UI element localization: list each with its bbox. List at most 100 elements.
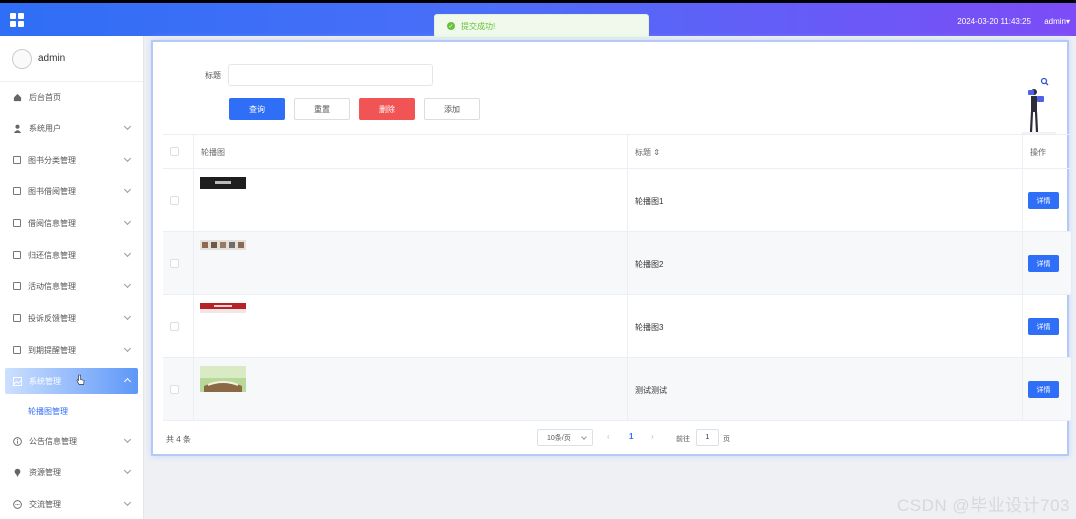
delete-button[interactable]: 删除: [359, 98, 415, 120]
sidebar-item-system[interactable]: 系统管理: [5, 368, 138, 394]
table-header: 轮播图 标题 ⇕ 操作: [163, 135, 1071, 169]
info-icon: [13, 436, 22, 446]
row-checkbox[interactable]: [170, 385, 179, 394]
carousel-table: 轮播图 标题 ⇕ 操作 轮播图1 详情 轮播图2 详情 轮播图3 详情 测试测试…: [163, 134, 1071, 421]
sidebar-item-feedback[interactable]: 投诉反馈管理: [5, 305, 138, 331]
chevron-down-icon: [123, 217, 132, 226]
query-button[interactable]: 查询: [229, 98, 285, 120]
goto-label: 前往: [676, 436, 690, 443]
table-row: 轮播图3 详情: [163, 295, 1071, 358]
table-row: 轮播图1 详情: [163, 169, 1071, 232]
column-header-image: 轮播图: [201, 148, 225, 157]
sidebar-subitem-carousel[interactable]: 轮播图管理: [28, 406, 68, 417]
sidebar-item-activity[interactable]: 活动信息管理: [5, 273, 138, 299]
sidebar-item-label: 公告信息管理: [29, 436, 77, 446]
detail-button[interactable]: 详情: [1028, 192, 1059, 209]
row-checkbox[interactable]: [170, 259, 179, 268]
chevron-up-icon: [123, 377, 132, 386]
sidebar-item-announcement[interactable]: 公告信息管理: [5, 428, 138, 454]
row-title: 轮播图2: [635, 260, 664, 269]
main-panel: 标题 查询 重置 删除 添加 轮播图 标题 ⇕ 操作 轮播图1 详情 轮播图2 …: [151, 40, 1071, 456]
sidebar-item-label: 归还信息管理: [28, 250, 76, 260]
doc-icon: [13, 251, 21, 259]
column-header-title[interactable]: 标题 ⇕: [635, 147, 660, 158]
reset-button[interactable]: 重置: [294, 98, 350, 120]
sidebar-item-label: 投诉反馈管理: [28, 313, 76, 323]
prev-page-button[interactable]: ‹: [607, 432, 610, 441]
current-page[interactable]: 1: [629, 432, 633, 441]
sidebar-item-label: 后台首页: [29, 92, 61, 102]
sidebar-item-book-borrow[interactable]: 图书借阅管理: [5, 178, 138, 204]
carousel-thumbnail: [200, 303, 246, 313]
chevron-down-icon: [123, 312, 132, 321]
user-menu[interactable]: admin▾: [1044, 17, 1070, 26]
table-row: 测试测试 详情: [163, 358, 1071, 421]
title-label: 标题: [205, 71, 221, 80]
sidebar-item-borrow-info[interactable]: 借阅信息管理: [5, 210, 138, 236]
chevron-down-icon: [123, 466, 132, 475]
doc-icon: [13, 219, 21, 227]
sidebar: admin 后台首页 系统用户 图书分类管理 图书借阅管理 借阅信息管理 归还信…: [0, 36, 144, 519]
success-toast: ✓ 提交成功!: [434, 14, 649, 38]
goto-page-input[interactable]: 1: [696, 429, 719, 446]
chevron-down-icon: [123, 185, 132, 194]
pin-icon: [14, 468, 21, 477]
carousel-thumbnail: [200, 240, 246, 250]
row-checkbox[interactable]: [170, 196, 179, 205]
chevron-down-icon: [123, 122, 132, 131]
chevron-down-icon: [581, 434, 587, 440]
avatar: [12, 48, 32, 69]
menu-grid-icon[interactable]: [10, 13, 24, 27]
doc-icon: [13, 314, 21, 322]
toast-message: 提交成功!: [461, 21, 496, 31]
row-checkbox[interactable]: [170, 322, 179, 331]
search-person-illustration: [1022, 77, 1056, 134]
row-title: 轮播图1: [635, 197, 664, 206]
detail-button[interactable]: 详情: [1028, 381, 1059, 398]
doc-icon: [13, 156, 21, 164]
sidebar-item-label: 到期提醒管理: [28, 345, 76, 355]
datetime: 2024-03-20 11:43:25: [957, 17, 1031, 26]
sidebar-item-label: 借阅信息管理: [28, 218, 76, 228]
doc-icon: [13, 282, 21, 290]
sidebar-item-communication[interactable]: 交流管理: [5, 491, 138, 517]
hand-cursor-icon: [76, 374, 85, 385]
sidebar-item-label: 系统用户: [29, 123, 61, 133]
sidebar-item-label: 资源管理: [29, 467, 61, 477]
next-page-button[interactable]: ›: [651, 432, 654, 441]
sidebar-item-due-reminder[interactable]: 到期提醒管理: [5, 337, 138, 363]
chevron-down-icon: [123, 435, 132, 444]
page-size-value: 10条/页: [547, 434, 571, 442]
column-header-action: 操作: [1030, 148, 1046, 157]
goto-unit: 页: [723, 436, 730, 443]
detail-button[interactable]: 详情: [1028, 255, 1059, 272]
sidebar-item-label: 图书借阅管理: [28, 186, 76, 196]
chevron-down-icon: [123, 280, 132, 289]
carousel-thumbnail: [200, 177, 246, 189]
sidebar-item-return-info[interactable]: 归还信息管理: [5, 242, 138, 268]
chevron-down-icon: [123, 249, 132, 258]
home-icon: [13, 93, 22, 101]
carousel-thumbnail: [200, 366, 246, 392]
sidebar-item-users[interactable]: 系统用户: [5, 115, 138, 141]
doc-icon: [13, 187, 21, 195]
row-title: 测试测试: [635, 386, 667, 395]
title-search-input[interactable]: [228, 64, 433, 86]
detail-button[interactable]: 详情: [1028, 318, 1059, 335]
chat-icon: [13, 499, 22, 509]
sidebar-item-home[interactable]: 后台首页: [5, 84, 138, 110]
chevron-down-icon: [123, 344, 132, 353]
sidebar-item-label: 交流管理: [29, 499, 61, 509]
sidebar-item-label: 活动信息管理: [28, 281, 76, 291]
sidebar-item-book-category[interactable]: 图书分类管理: [5, 147, 138, 173]
pagination-total: 共 4 条: [166, 435, 191, 444]
select-all-checkbox[interactable]: [170, 147, 179, 156]
check-circle-icon: ✓: [447, 22, 455, 30]
chevron-down-icon: [123, 154, 132, 163]
add-button[interactable]: 添加: [424, 98, 480, 120]
sidebar-item-label: 图书分类管理: [28, 155, 76, 165]
sidebar-item-resources[interactable]: 资源管理: [5, 459, 138, 485]
page-size-select[interactable]: 10条/页: [537, 429, 593, 446]
user-icon: [13, 124, 22, 133]
table-row: 轮播图2 详情: [163, 232, 1071, 295]
